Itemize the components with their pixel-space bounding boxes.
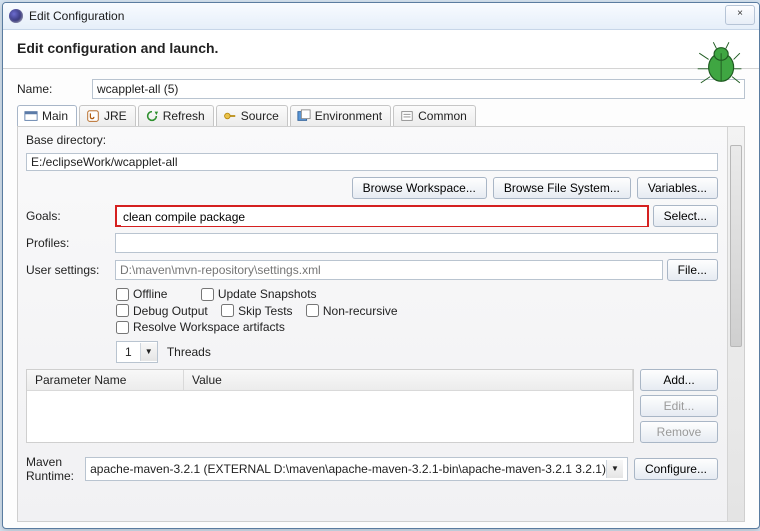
threads-label: Threads [167, 345, 211, 359]
maven-runtime-row: Maven Runtime: apache-maven-3.2.1 (EXTER… [26, 449, 718, 483]
tab-env-label: Environment [315, 109, 382, 123]
name-label: Name: [17, 82, 92, 96]
base-directory-input[interactable] [26, 153, 718, 171]
resolve-workspace-label: Resolve Workspace artifacts [133, 320, 285, 334]
window-title: Edit Configuration [29, 9, 124, 23]
resolve-workspace-check[interactable]: Resolve Workspace artifacts [116, 320, 285, 334]
window-controls: × [725, 5, 755, 25]
user-settings-row: User settings: File... [26, 259, 718, 281]
bug-icon [693, 36, 743, 86]
common-tab-icon [400, 109, 414, 123]
tab-main[interactable]: Main [17, 105, 77, 126]
non-recursive-label: Non-recursive [323, 304, 398, 318]
tab-main-label: Main [42, 109, 68, 123]
tab-source[interactable]: Source [216, 105, 288, 126]
parameter-area: Parameter Name Value Add... Edit... Remo… [26, 369, 718, 443]
tab-common-label: Common [418, 109, 467, 123]
dialog-header: Edit configuration and launch. [3, 30, 759, 69]
goals-select-button[interactable]: Select... [653, 205, 718, 227]
base-directory-label: Base directory: [26, 133, 718, 147]
tab-refresh-label: Refresh [163, 109, 205, 123]
tab-jre-label: JRE [104, 109, 127, 123]
main-tab-panel: Base directory: Browse Workspace... Brow… [17, 126, 745, 522]
user-settings-file-button[interactable]: File... [667, 259, 718, 281]
panel-scroll-thumb[interactable] [730, 145, 742, 347]
non-recursive-check[interactable]: Non-recursive [306, 304, 398, 318]
env-tab-icon [297, 109, 311, 123]
dialog-content: Name: Main JRE [3, 69, 759, 528]
jre-tab-icon [86, 109, 100, 123]
base-dir-buttons: Browse Workspace... Browse File System..… [26, 177, 718, 199]
skip-tests-check[interactable]: Skip Tests [221, 304, 292, 318]
configure-button[interactable]: Configure... [634, 458, 718, 480]
browse-filesystem-button[interactable]: Browse File System... [493, 177, 631, 199]
param-edit-button[interactable]: Edit... [640, 395, 718, 417]
param-name-header[interactable]: Parameter Name [27, 370, 184, 390]
maven-runtime-value: apache-maven-3.2.1 (EXTERNAL D:\maven\ap… [90, 462, 606, 476]
refresh-tab-icon [145, 109, 159, 123]
parameter-table-body[interactable] [27, 391, 633, 442]
goals-row: Goals: Select... [26, 205, 718, 227]
param-value-header[interactable]: Value [184, 370, 633, 390]
maven-runtime-combo[interactable]: apache-maven-3.2.1 (EXTERNAL D:\maven\ap… [85, 457, 628, 481]
tab-strip: Main JRE Refresh [17, 105, 745, 126]
profiles-input[interactable] [115, 233, 718, 253]
panel-scrollbar[interactable] [727, 127, 744, 521]
debug-output-label: Debug Output [133, 304, 208, 318]
tab-environment[interactable]: Environment [290, 105, 391, 126]
goals-label: Goals: [26, 209, 111, 223]
tab-source-label: Source [241, 109, 279, 123]
update-snapshots-check[interactable]: Update Snapshots [201, 287, 317, 301]
titlebar[interactable]: Edit Configuration × [3, 3, 759, 30]
goals-highlight [115, 205, 649, 227]
param-remove-button[interactable]: Remove [640, 421, 718, 443]
offline-check[interactable]: Offline [116, 287, 167, 301]
parameter-table-header: Parameter Name Value [27, 370, 633, 391]
chevron-down-icon[interactable]: ▼ [140, 343, 157, 361]
user-settings-input[interactable] [115, 260, 663, 280]
tab-common[interactable]: Common [393, 105, 476, 126]
name-row: Name: [17, 79, 745, 99]
name-input[interactable] [92, 79, 745, 99]
checkbox-group: Offline Update Snapshots Debug Output Sk… [26, 287, 718, 363]
parameter-buttons: Add... Edit... Remove [640, 369, 718, 443]
profiles-row: Profiles: [26, 233, 718, 253]
main-tab-icon [24, 109, 38, 123]
debug-output-check[interactable]: Debug Output [116, 304, 208, 318]
variables-button[interactable]: Variables... [637, 177, 718, 199]
profiles-label: Profiles: [26, 236, 111, 250]
skip-tests-label: Skip Tests [238, 304, 292, 318]
close-button[interactable]: × [725, 5, 755, 25]
update-snapshots-label: Update Snapshots [218, 287, 317, 301]
source-tab-icon [223, 109, 237, 123]
parameter-table[interactable]: Parameter Name Value [26, 369, 634, 443]
goals-input[interactable] [121, 208, 647, 226]
maven-runtime-label: Maven Runtime: [26, 455, 79, 483]
dialog-window: Edit Configuration × Edit configuration … [2, 2, 760, 529]
param-add-button[interactable]: Add... [640, 369, 718, 391]
tab-refresh[interactable]: Refresh [138, 105, 214, 126]
dialog-subtitle: Edit configuration and launch. [17, 40, 745, 56]
offline-check-label: Offline [133, 287, 167, 301]
browse-workspace-button[interactable]: Browse Workspace... [352, 177, 487, 199]
eclipse-icon [9, 9, 23, 23]
tab-jre[interactable]: JRE [79, 105, 136, 126]
chevron-down-icon[interactable]: ▼ [606, 460, 623, 478]
threads-spinner[interactable]: 1 ▼ [116, 341, 158, 363]
threads-value: 1 [117, 345, 140, 359]
main-tab-inner: Base directory: Browse Workspace... Brow… [26, 133, 736, 483]
user-settings-label: User settings: [26, 263, 111, 277]
